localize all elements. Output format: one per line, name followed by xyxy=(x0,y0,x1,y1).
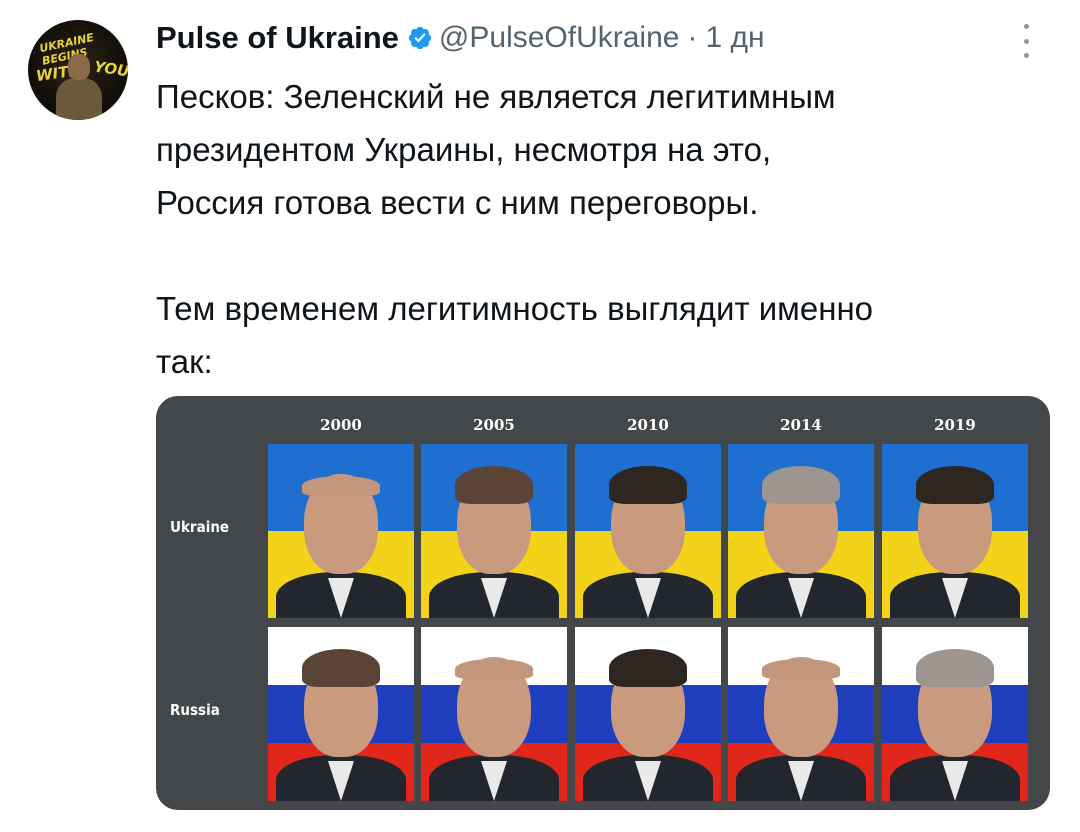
portrait-ukraine xyxy=(575,444,721,618)
portrait-russia xyxy=(882,627,1028,801)
tweet-text-line: Песков: Зеленский не является легитимным xyxy=(156,78,836,115)
year-label: 2000 xyxy=(320,416,362,434)
portrait-ukraine xyxy=(421,444,567,618)
tweet-text-line: Россия готова вести с ним переговоры. xyxy=(156,184,759,221)
year-label: 2010 xyxy=(627,416,669,434)
tweet-text: Песков: Зеленский не является легитимным… xyxy=(156,70,1056,388)
author-display-name[interactable]: Pulse of Ukraine xyxy=(156,20,399,56)
avatar-lettering-right: YOU xyxy=(92,57,128,81)
more-dot xyxy=(1023,38,1029,44)
avatar-figure-body xyxy=(56,78,102,120)
more-options-icon[interactable] xyxy=(1016,24,1036,58)
tweet-text-line: Тем временем легитимность выглядит именн… xyxy=(156,290,874,327)
author-handle[interactable]: @PulseOfUkraine xyxy=(439,21,680,55)
year-label: 2019 xyxy=(934,416,976,434)
portrait-ukraine xyxy=(268,444,414,618)
tweet-timestamp[interactable]: 1 дн xyxy=(705,21,764,55)
portrait-russia xyxy=(421,627,567,801)
portrait-russia xyxy=(575,627,721,801)
portrait-russia xyxy=(268,627,414,801)
year-label: 2014 xyxy=(780,416,822,434)
tweet-text-line: так: xyxy=(156,343,213,380)
tweet-header: Pulse of Ukraine @PulseOfUkraine · 1 дн xyxy=(156,18,765,58)
tweet-media-image[interactable]: 2000 2005 2010 2014 2019 Ukraine Russia xyxy=(156,396,1050,810)
author-avatar[interactable]: UKRAINE BEGINS WITH YOU xyxy=(28,20,128,120)
year-label: 2005 xyxy=(473,416,515,434)
portrait-ukraine xyxy=(882,444,1028,618)
avatar-figure-head xyxy=(68,54,90,80)
portrait-ukraine xyxy=(728,444,874,618)
more-dot xyxy=(1023,24,1029,29)
portrait-russia xyxy=(728,627,874,801)
row-label-ukraine: Ukraine xyxy=(170,518,230,536)
verified-badge-icon xyxy=(408,26,432,50)
tweet-text-line: президентом Украины, несмотря на это, xyxy=(156,131,772,168)
separator-dot: · xyxy=(687,21,698,54)
row-label-russia: Russia xyxy=(170,701,220,719)
more-dot xyxy=(1023,53,1029,58)
